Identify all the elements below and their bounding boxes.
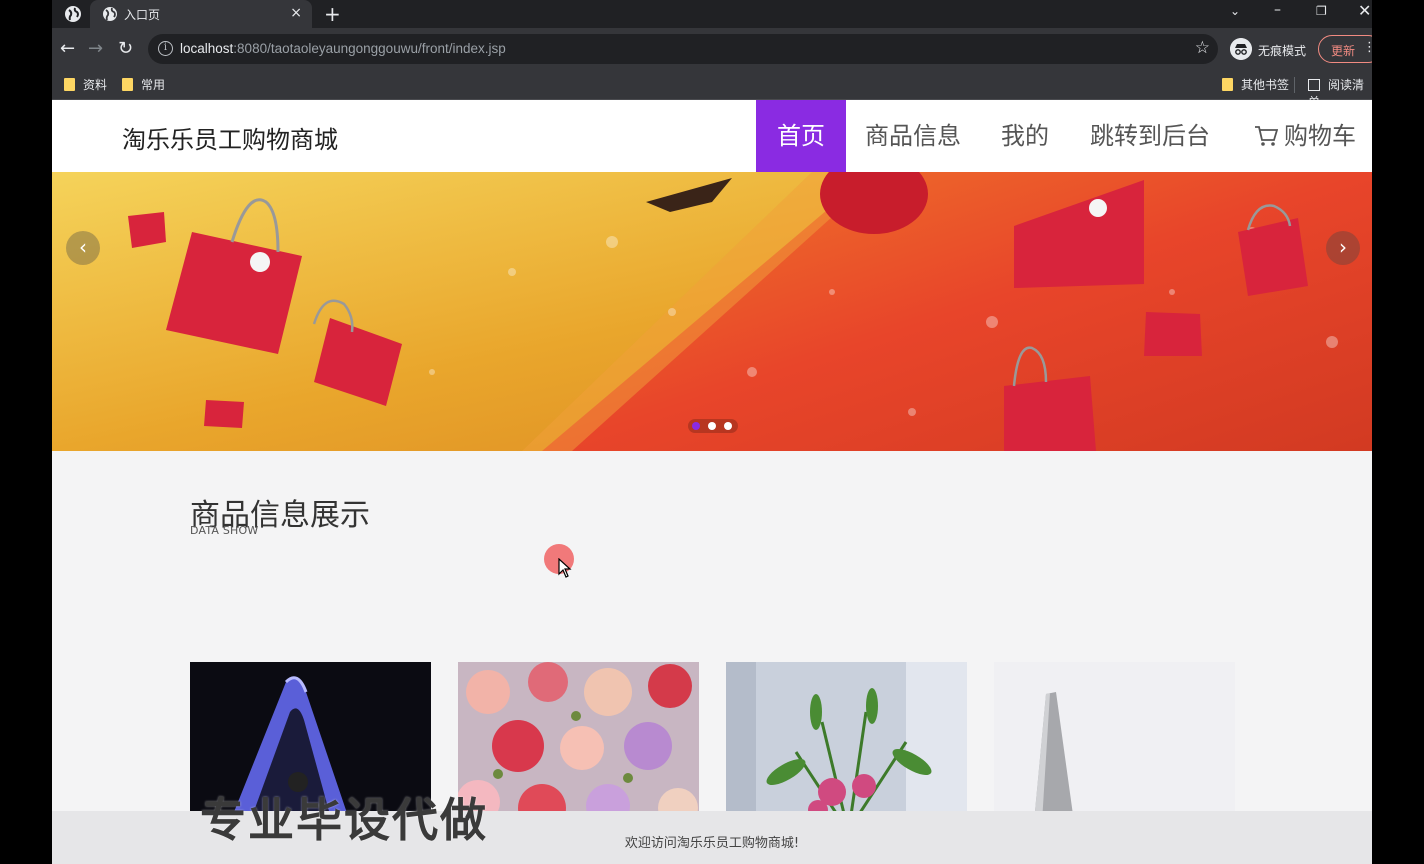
other-bookmarks[interactable]: 其他书签 (1222, 76, 1289, 93)
update-label: 更新 (1331, 44, 1356, 58)
update-button[interactable]: 更新 ⋮ (1318, 35, 1372, 63)
browser-toolbar: ← → ↻ i localhost:8080/taotaoleyaungongg… (52, 28, 1372, 70)
address-bar[interactable]: i localhost:8080/taotaoleyaungonggouwu/f… (148, 34, 1218, 64)
site-info-icon[interactable]: i (158, 41, 173, 56)
tab-close-icon[interactable]: × (290, 5, 302, 21)
nav-admin[interactable]: 跳转到后台 (1082, 100, 1218, 172)
incognito-icon[interactable] (1230, 38, 1252, 60)
menu-dots-icon[interactable]: ⋮ (1363, 40, 1372, 55)
banner-image (52, 172, 1372, 451)
restore-icon[interactable]: ❐ (1316, 4, 1327, 18)
folder-icon (1222, 78, 1233, 91)
tab-strip: 入口页 × + ⌄ – ❐ ✕ (52, 0, 1372, 28)
section-subtitle: DATA SHOW (190, 524, 259, 537)
carousel-indicators (688, 419, 738, 433)
product-image (994, 662, 1235, 822)
site-title: 淘乐乐员工购物商城 (122, 126, 338, 154)
incognito-label: 无痕模式 (1258, 44, 1307, 58)
window-close-icon[interactable]: ✕ (1358, 1, 1371, 20)
bookmark-folder[interactable]: 资料 (64, 76, 107, 93)
reading-list-icon (1308, 79, 1320, 91)
divider (1294, 77, 1295, 93)
browser-tab[interactable]: 入口页 × (90, 0, 312, 28)
tab-search-icon[interactable]: ⌄ (1230, 4, 1240, 18)
nav-cart-label: 购物车 (1284, 122, 1356, 150)
product-image (726, 662, 967, 822)
new-tab-button[interactable]: + (324, 2, 341, 26)
globe-icon (103, 7, 117, 21)
tab-title: 入口页 (124, 8, 161, 22)
folder-icon (122, 78, 133, 91)
carousel-next-button[interactable]: › (1326, 231, 1360, 265)
url-text[interactable]: localhost:8080/taotaoleyaungonggouwu/fro… (180, 41, 506, 56)
carousel-dot[interactable] (692, 422, 700, 430)
nav-cart[interactable]: 购物车 (1242, 100, 1368, 172)
bookmark-folder[interactable]: 常用 (122, 76, 165, 93)
browser-window: 入口页 × + ⌄ – ❐ ✕ ← → ↻ i localhost:8080/t… (52, 0, 1372, 864)
carousel-prev-button[interactable]: ‹ (66, 231, 100, 265)
reload-icon[interactable]: ↻ (118, 38, 133, 59)
folder-icon (64, 78, 75, 91)
globe-icon[interactable] (64, 5, 82, 23)
bookmark-star-icon[interactable]: ☆ (1195, 38, 1210, 58)
cart-icon (1255, 126, 1278, 146)
overlay-watermark: 专业毕设代做 (200, 793, 488, 847)
page-viewport: 淘乐乐员工购物商城 首页 商品信息 我的 跳转到后台 购物车 ‹ › 商品信息展… (52, 100, 1372, 864)
site-header: 淘乐乐员工购物商城 首页 商品信息 我的 跳转到后台 购物车 (52, 100, 1372, 172)
product-card[interactable] (726, 662, 967, 822)
carousel-dot[interactable] (708, 422, 716, 430)
carousel-dot[interactable] (724, 422, 732, 430)
nav-mine[interactable]: 我的 (990, 100, 1060, 172)
mouse-cursor-icon (558, 558, 572, 578)
bookmarks-bar: 资料 常用 其他书签 阅读清单 (52, 70, 1372, 109)
back-icon[interactable]: ← (60, 38, 75, 59)
nav-products[interactable]: 商品信息 (858, 100, 968, 172)
product-card[interactable] (458, 662, 699, 822)
minimize-icon[interactable]: – (1274, 2, 1281, 18)
product-image (458, 662, 699, 822)
product-card[interactable] (994, 662, 1235, 822)
banner-carousel[interactable]: ‹ › (52, 172, 1372, 451)
forward-icon[interactable]: → (88, 38, 103, 59)
nav-home[interactable]: 首页 (756, 100, 846, 172)
